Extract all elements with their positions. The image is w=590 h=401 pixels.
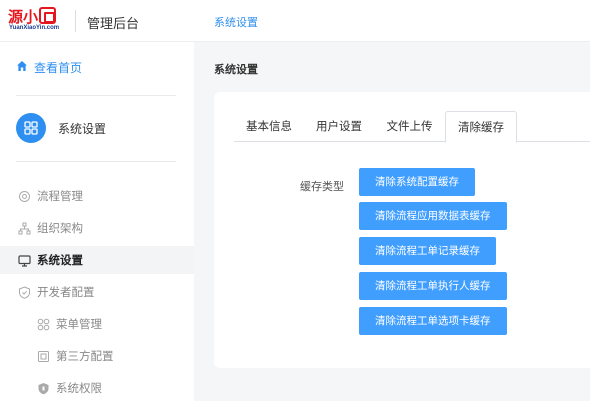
sidebar-item-menu-management[interactable]: 菜单管理 bbox=[0, 310, 194, 338]
workflow-icon bbox=[17, 189, 31, 203]
sidebar-item-system-permissions[interactable]: 系统权限 bbox=[0, 374, 194, 401]
header-divider bbox=[75, 10, 76, 32]
app-title: 管理后台 bbox=[87, 17, 140, 32]
module-header: 系统设置 bbox=[16, 113, 106, 143]
page-title: 系统设置 bbox=[214, 63, 258, 76]
top-header: 源小 YuanXiaoYin.com 管理后台 系统设置 bbox=[0, 0, 590, 42]
sidebar-item-label: 菜单管理 bbox=[56, 317, 102, 331]
sidebar-divider bbox=[16, 95, 176, 96]
sidebar-item-label: 流程管理 bbox=[37, 189, 83, 203]
home-link[interactable]: 查看首页 bbox=[16, 59, 82, 76]
clear-workflow-ticket-tab-cache-button[interactable]: 清除流程工单选项卡缓存 bbox=[359, 307, 507, 335]
module-label: 系统设置 bbox=[58, 121, 107, 136]
org-chart-icon bbox=[17, 221, 31, 235]
sidebar-item-workflow[interactable]: 流程管理 bbox=[0, 182, 194, 210]
sidebar-item-label: 系统设置 bbox=[37, 253, 83, 267]
settings-tabs: 基本信息 用户设置 文件上传 清除缓存 bbox=[234, 111, 590, 143]
sidebar-divider bbox=[16, 161, 176, 162]
brand-logo[interactable]: 源小 YuanXiaoYin.com bbox=[8, 6, 66, 34]
grid-icon bbox=[36, 317, 50, 331]
sidebar-item-org[interactable]: 组织架构 bbox=[0, 214, 194, 242]
sidebar-item-third-party-config[interactable]: 第三方配置 bbox=[0, 342, 194, 370]
sidebar: 查看首页 系统设置 流程管理 组织架构 系统设置 开发者配置 菜单管理 第三方配… bbox=[0, 42, 194, 401]
shield-icon bbox=[17, 285, 31, 299]
sidebar-item-label: 第三方配置 bbox=[56, 349, 114, 363]
sidebar-item-developer-config[interactable]: 开发者配置 bbox=[0, 278, 194, 306]
sidebar-item-label: 组织架构 bbox=[37, 221, 83, 235]
shield-filled-icon bbox=[36, 381, 50, 395]
clear-workflow-ticket-record-cache-button[interactable]: 清除流程工单记录缓存 bbox=[359, 237, 496, 265]
sidebar-item-label: 开发者配置 bbox=[37, 285, 95, 299]
sidebar-item-label: 系统权限 bbox=[56, 381, 102, 395]
clear-workflow-ticket-executor-cache-button[interactable]: 清除流程工单执行人缓存 bbox=[359, 272, 507, 300]
clear-workflow-app-table-cache-button[interactable]: 清除流程应用数据表缓存 bbox=[359, 202, 507, 230]
settings-card: 基本信息 用户设置 文件上传 清除缓存 缓存类型 清除系统配置缓存 清除流程应用… bbox=[214, 92, 590, 368]
logo-subtext: YuanXiaoYin.com bbox=[9, 25, 60, 31]
logo-text: 源小 bbox=[8, 8, 39, 26]
tab-user-settings[interactable]: 用户设置 bbox=[304, 111, 374, 142]
sidebar-item-system-settings[interactable]: 系统设置 bbox=[0, 246, 194, 274]
module-grid-icon bbox=[16, 113, 46, 143]
cache-type-label: 缓存类型 bbox=[300, 180, 344, 193]
monitor-icon bbox=[17, 253, 31, 267]
top-nav-tab-system-settings[interactable]: 系统设置 bbox=[214, 14, 258, 30]
clear-system-config-cache-button[interactable]: 清除系统配置缓存 bbox=[359, 168, 475, 196]
tab-basic-info[interactable]: 基本信息 bbox=[234, 111, 304, 142]
tab-clear-cache[interactable]: 清除缓存 bbox=[445, 111, 517, 143]
tab-file-upload[interactable]: 文件上传 bbox=[374, 111, 445, 142]
home-link-label: 查看首页 bbox=[34, 61, 83, 75]
home-icon bbox=[16, 60, 28, 75]
box-icon bbox=[36, 349, 50, 363]
logo-mark-icon bbox=[39, 7, 57, 24]
